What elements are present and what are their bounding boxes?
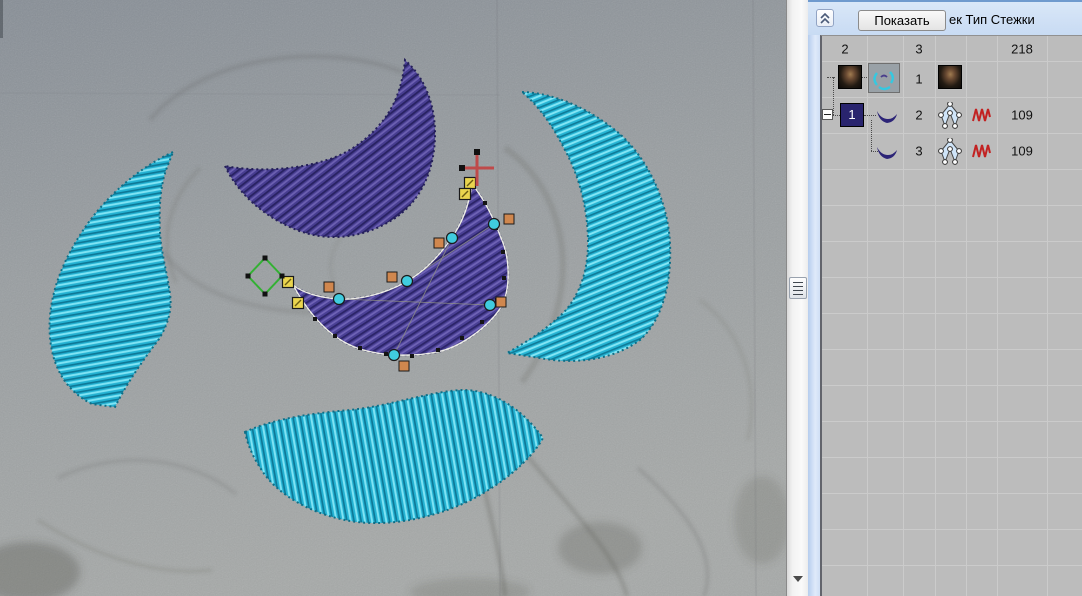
photo-thumbnail[interactable] — [938, 65, 962, 89]
tree-connector — [832, 115, 840, 116]
total-types: 3 — [915, 42, 922, 57]
chevron-double-up-icon — [817, 10, 833, 26]
embroidery-editor-window: Показать ек Тип Стежки 2 3 218 — [0, 0, 1082, 596]
panel-splitter[interactable] — [786, 0, 808, 596]
tree-expander-minus[interactable] — [822, 109, 833, 120]
column-headers-label: ек Тип Стежки — [949, 12, 1035, 27]
tree-connector — [871, 120, 872, 151]
design-canvas[interactable] — [0, 0, 786, 596]
row-index: 2 — [915, 108, 922, 123]
collapse-panel-button[interactable] — [816, 9, 834, 27]
panel-left-margin — [808, 35, 820, 596]
row-index: 1 — [915, 72, 922, 87]
design-preview-icon — [869, 64, 899, 92]
scroll-down-arrow-icon[interactable] — [793, 576, 803, 582]
canvas-svg[interactable] — [0, 0, 786, 596]
splitter-grip-icon[interactable] — [789, 277, 807, 299]
object-list-panel: Показать ек Тип Стежки 2 3 218 — [808, 0, 1082, 596]
tree-connector — [833, 77, 834, 115]
grip-line — [793, 282, 803, 283]
stitch-count: 109 — [1011, 108, 1033, 123]
fill-shape-icon — [938, 102, 963, 129]
object-table[interactable]: 2 3 218 — [820, 35, 1082, 596]
photo-thumbnail[interactable] — [838, 65, 862, 89]
stitch-count: 109 — [1011, 144, 1033, 159]
selected-object-badge[interactable]: 1 — [840, 103, 864, 127]
crescent-icon — [876, 142, 899, 160]
show-button[interactable]: Показать — [858, 10, 946, 31]
satin-stitch-type-icon — [971, 143, 992, 159]
grip-line — [793, 286, 803, 287]
satin-stitch-type-icon — [971, 107, 992, 123]
fill-shape-icon — [938, 138, 963, 165]
total-objects: 2 — [841, 42, 848, 57]
crescent-icon — [876, 106, 899, 124]
total-stitches: 218 — [1011, 42, 1033, 57]
tree-connector — [864, 115, 876, 116]
tree-connector — [827, 77, 835, 78]
grip-line — [793, 294, 803, 295]
row-index: 3 — [915, 144, 922, 159]
grip-line — [793, 290, 803, 291]
design-preview-thumbnail[interactable] — [868, 63, 900, 93]
